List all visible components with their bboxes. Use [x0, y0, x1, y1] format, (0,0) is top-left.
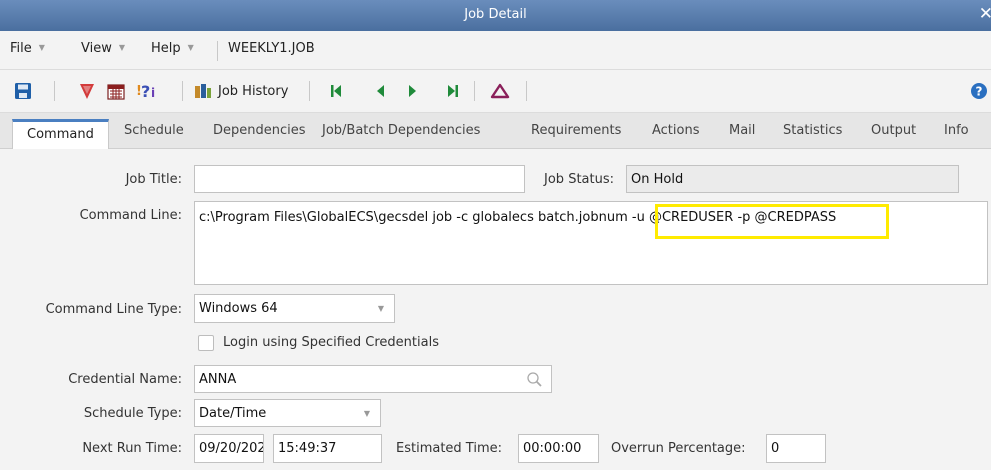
- job-title-input[interactable]: [194, 165, 525, 193]
- estimated-time-label: Estimated Time:: [396, 441, 502, 456]
- search-icon[interactable]: [526, 371, 543, 388]
- login-credentials-checkbox[interactable]: [198, 335, 214, 351]
- login-credentials-label: Login using Specified Credentials: [223, 335, 439, 350]
- job-history-icon: [195, 84, 211, 98]
- toolbar-separator: [526, 81, 527, 101]
- svg-text:i: i: [151, 86, 155, 100]
- tab-dependencies[interactable]: Dependencies: [213, 123, 306, 138]
- first-record-icon: [331, 85, 341, 97]
- chevron-down-icon: ▼: [377, 304, 384, 313]
- tab-actions[interactable]: Actions: [652, 123, 700, 138]
- menu-help-label: Help: [151, 41, 181, 56]
- credential-name-input[interactable]: ANNA: [194, 365, 552, 393]
- chevron-down-icon: ▼: [118, 43, 126, 52]
- overrun-percentage-label: Overrun Percentage:: [611, 441, 746, 456]
- tab-statistics[interactable]: Statistics: [783, 123, 842, 138]
- menu-file[interactable]: File ▼: [10, 41, 45, 56]
- help-icon: ?: [971, 83, 987, 99]
- next-run-date-input[interactable]: 09/20/2022: [194, 434, 264, 463]
- tab-mail[interactable]: Mail: [729, 123, 755, 138]
- toolbar-separator: [309, 81, 310, 101]
- first-record-button[interactable]: [328, 79, 344, 103]
- toolbar-separator: [182, 81, 183, 101]
- next-record-icon: [409, 85, 416, 97]
- overrun-percentage-input[interactable]: 0: [766, 434, 826, 463]
- calendar-button[interactable]: [105, 79, 127, 103]
- last-record-icon: [448, 85, 458, 97]
- command-line-type-select[interactable]: Windows 64 ▼: [194, 294, 395, 323]
- tab-job-batch-dependencies[interactable]: Job/Batch Dependencies: [322, 123, 480, 138]
- job-title-label: Job Title:: [125, 172, 182, 187]
- credential-name-value: ANNA: [199, 371, 237, 387]
- command-line-type-label: Command Line Type:: [45, 302, 182, 317]
- schedule-type-value: Date/Time: [199, 405, 267, 421]
- schedule-type-label: Schedule Type:: [83, 406, 182, 421]
- command-line-highlight: [655, 204, 889, 239]
- question-icon: ! ? i: [136, 82, 155, 101]
- menu-separator: [217, 41, 218, 61]
- last-record-button[interactable]: [445, 79, 461, 103]
- svg-text:?: ?: [976, 85, 983, 99]
- job-filename: WEEKLY1.JOB: [228, 41, 315, 56]
- job-status-field: On Hold: [626, 165, 959, 193]
- estimated-time-input[interactable]: 00:00:00: [518, 434, 599, 463]
- tab-requirements[interactable]: Requirements: [531, 123, 621, 138]
- svg-text:?: ?: [141, 82, 150, 101]
- previous-record-button[interactable]: [372, 79, 388, 103]
- title-bar: Job Detail ✕: [0, 0, 991, 31]
- menu-file-label: File: [10, 41, 32, 56]
- previous-record-icon: [377, 85, 384, 97]
- chevron-down-icon: ▼: [187, 43, 194, 52]
- menu-view[interactable]: View ▼: [81, 41, 125, 56]
- menu-view-label: View: [81, 41, 112, 56]
- command-panel: Job Title: Job Status: On Hold Command L…: [0, 149, 991, 470]
- help-button[interactable]: ?: [969, 79, 989, 103]
- toolbar: ! ? i Job History ?: [0, 70, 991, 113]
- menu-bar: File ▼ View ▼ Help ▼ WEEKLY1.JOB: [0, 31, 991, 70]
- job-history-label: Job History: [218, 83, 289, 99]
- command-line-type-value: Windows 64: [199, 301, 278, 316]
- toolbar-separator: [474, 81, 475, 101]
- chevron-down-icon: ▼: [363, 409, 370, 418]
- toolbar-separator: [54, 81, 55, 101]
- tab-command[interactable]: Command: [12, 119, 109, 150]
- chevron-down-icon: ▼: [38, 43, 45, 52]
- next-run-time-label: Next Run Time:: [82, 441, 182, 456]
- tab-output[interactable]: Output: [871, 123, 916, 138]
- close-icon[interactable]: ✕: [979, 4, 991, 24]
- next-record-button[interactable]: [405, 79, 421, 103]
- triangle-icon: [490, 83, 510, 99]
- tab-schedule[interactable]: Schedule: [124, 123, 184, 138]
- shield-button[interactable]: [76, 79, 98, 103]
- calendar-icon: [107, 84, 125, 100]
- query-button[interactable]: ! ? i: [134, 79, 158, 103]
- next-run-time-input[interactable]: 15:49:37: [273, 434, 382, 463]
- save-icon: [15, 83, 31, 99]
- schedule-type-select[interactable]: Date/Time ▼: [194, 399, 381, 427]
- save-button[interactable]: [12, 79, 34, 103]
- menu-help[interactable]: Help ▼: [151, 41, 194, 56]
- tab-info[interactable]: Info: [944, 123, 969, 138]
- window-title: Job Detail: [464, 7, 527, 22]
- triangle-button[interactable]: [489, 79, 511, 103]
- job-status-label: Job Status:: [544, 172, 614, 187]
- job-history-button[interactable]: Job History: [194, 79, 300, 103]
- tab-bar: Command Schedule Dependencies Job/Batch …: [0, 113, 991, 150]
- shield-icon: [80, 84, 94, 99]
- command-line-label: Command Line:: [79, 208, 182, 223]
- credential-name-label: Credential Name:: [68, 372, 182, 387]
